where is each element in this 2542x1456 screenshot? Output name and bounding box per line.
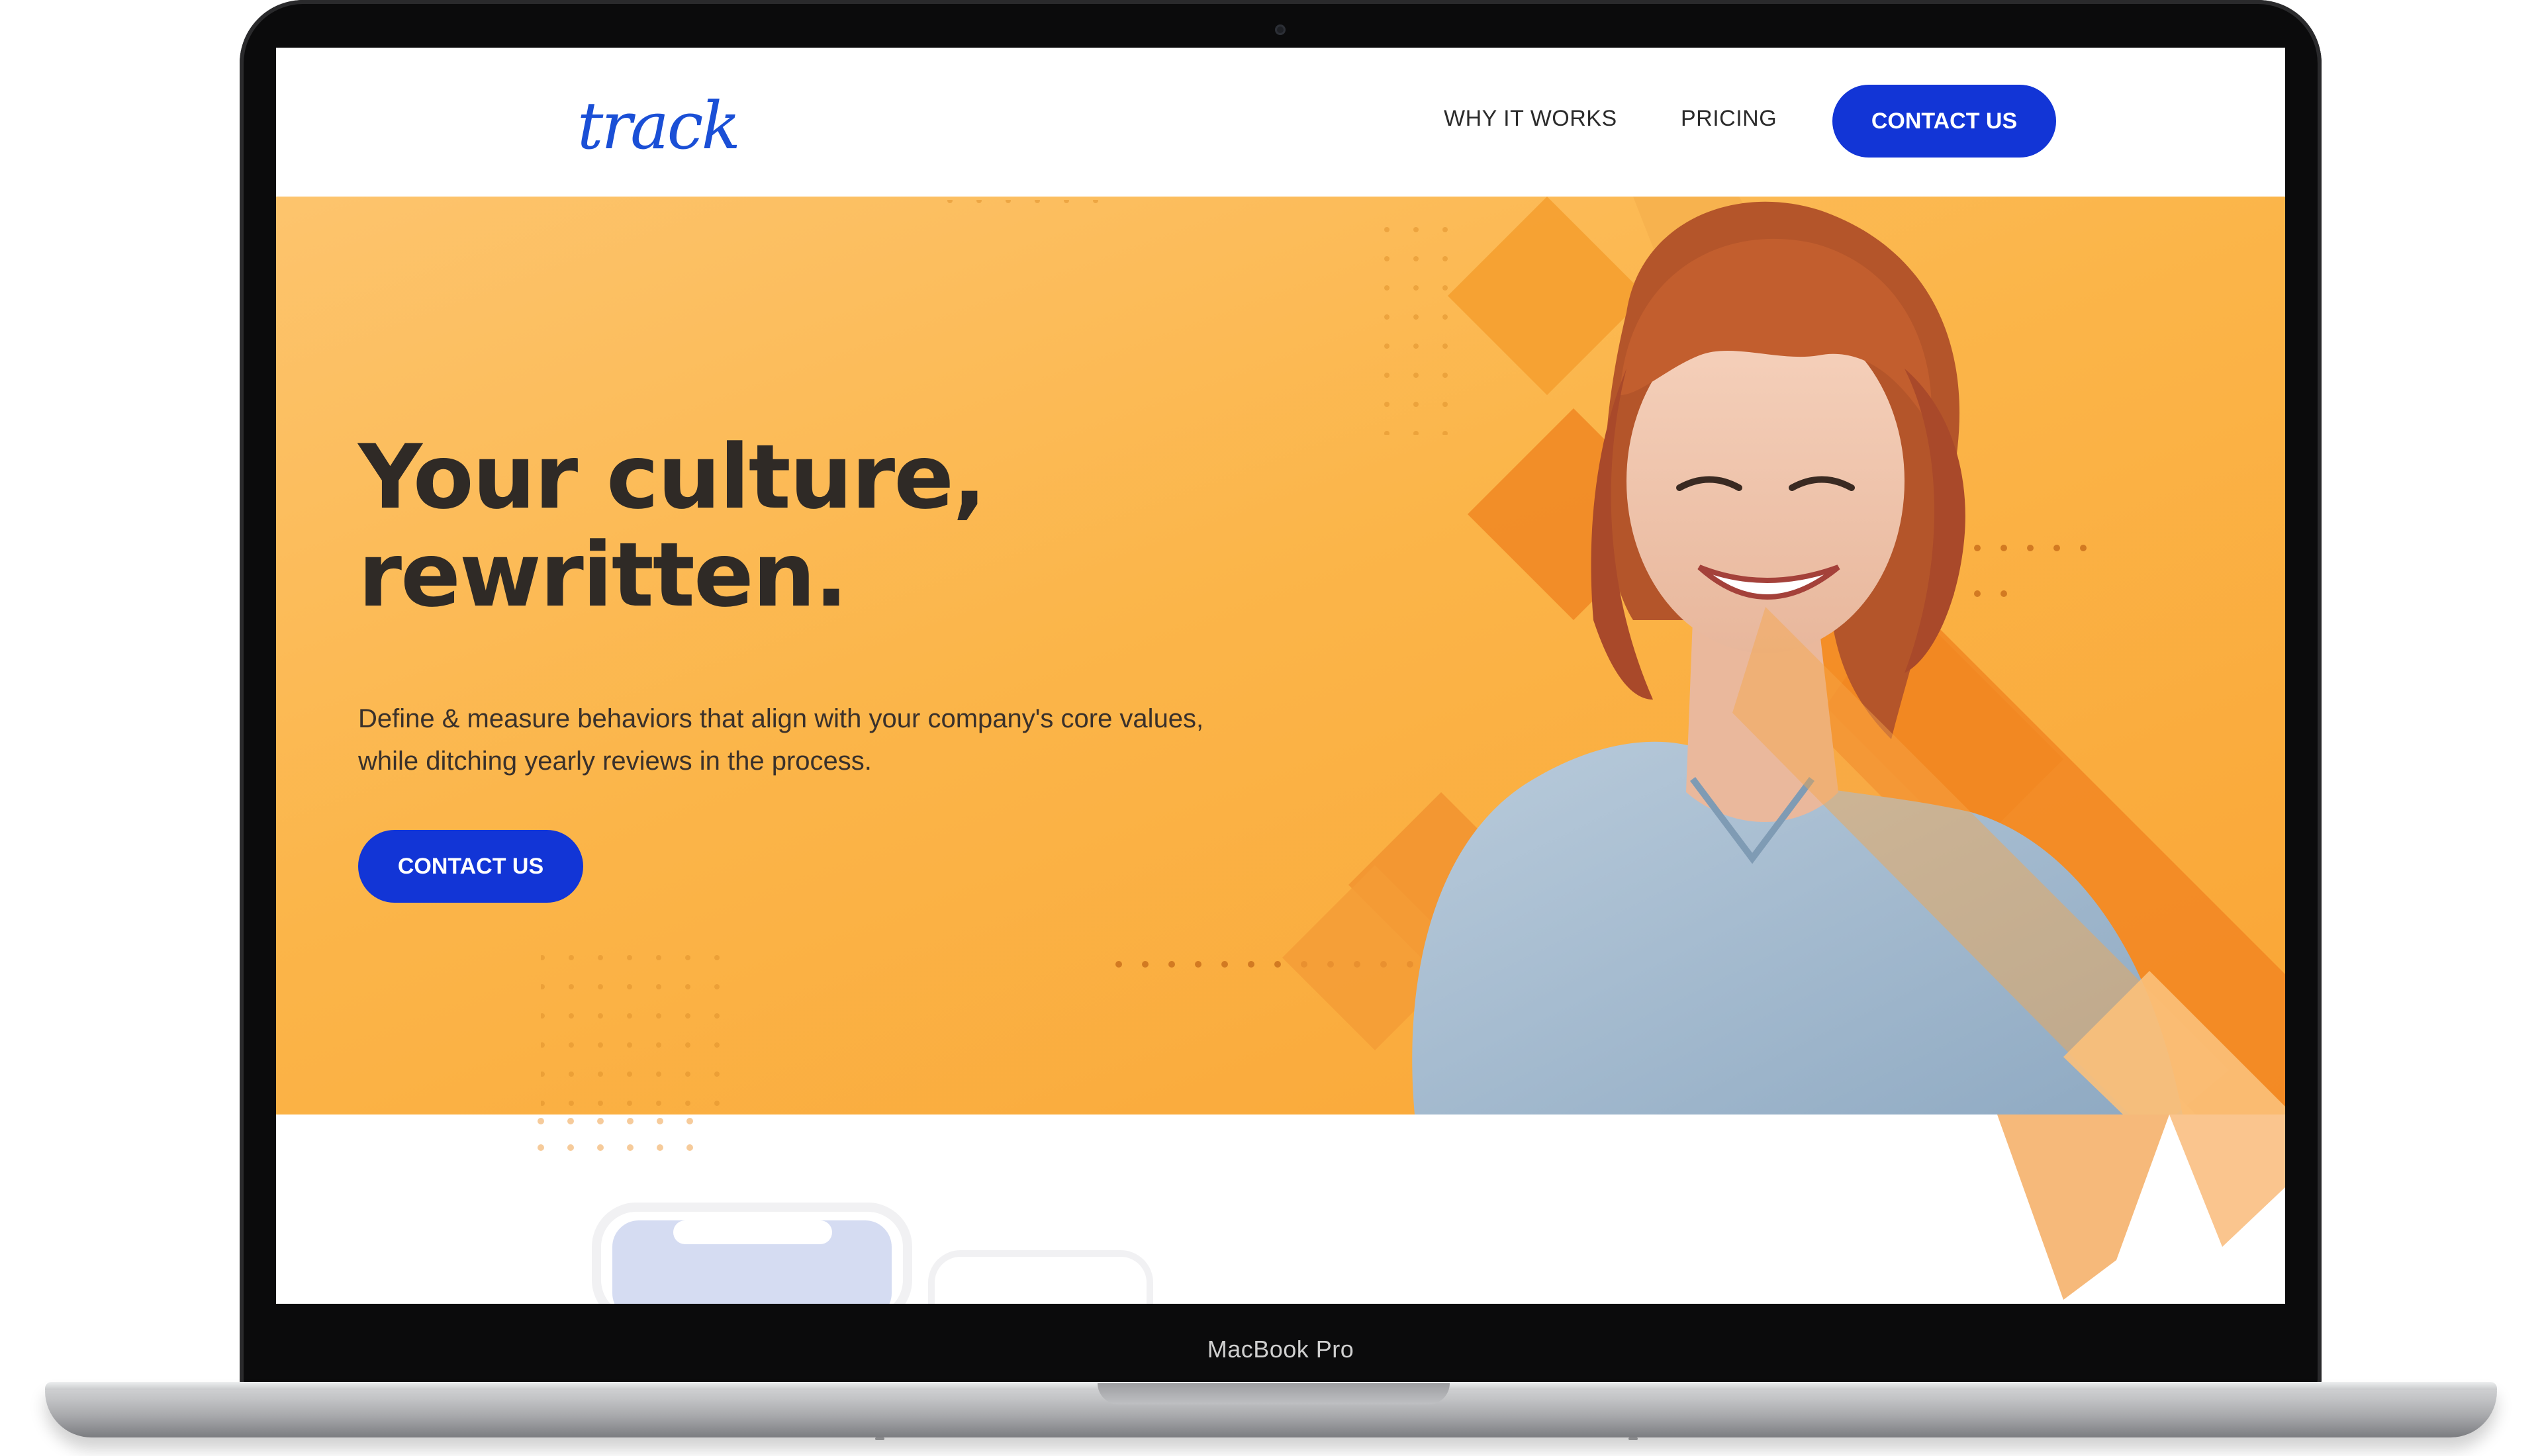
dot-pattern [1362, 223, 1468, 435]
laptop-foot [1628, 1437, 1638, 1440]
next-section-preview [276, 1115, 2285, 1304]
nav-link-why-it-works[interactable]: WHY IT WORKS [1444, 106, 1617, 132]
phone-mockup-preview [538, 1115, 2285, 1304]
brand-logo[interactable]: track [577, 89, 741, 164]
dot-pattern [538, 1118, 693, 1151]
hero-subtext: Define & measure behaviors that align wi… [358, 704, 1204, 776]
hero-illustration [541, 197, 2285, 1115]
nav-contact-us-button[interactable]: CONTACT US [1832, 85, 2056, 158]
laptop-foot [875, 1437, 884, 1440]
camera-icon [1275, 24, 1286, 35]
hero-headline-line-2: rewritten. [358, 523, 848, 627]
hero-headline-line-1: Your culture, [358, 426, 986, 529]
hero-section: Your culture, rewritten. Define & measur… [276, 197, 2285, 1115]
nav-link-pricing[interactable]: PRICING [1681, 106, 1777, 132]
hero-contact-us-button[interactable]: CONTACT US [358, 830, 583, 903]
dot-pattern [938, 200, 1117, 226]
browser-screen: track WHY IT WORKS PRICING CONTACT US Yo… [276, 48, 2285, 1304]
phone-mockup [592, 1203, 1153, 1304]
device-label: MacBook Pro [1207, 1336, 1354, 1363]
hero-headline: Your culture, rewritten. [358, 426, 986, 627]
dot-pattern [541, 951, 739, 1115]
laptop-notch [1098, 1383, 1450, 1404]
top-nav: track WHY IT WORKS PRICING CONTACT US [276, 48, 2285, 197]
